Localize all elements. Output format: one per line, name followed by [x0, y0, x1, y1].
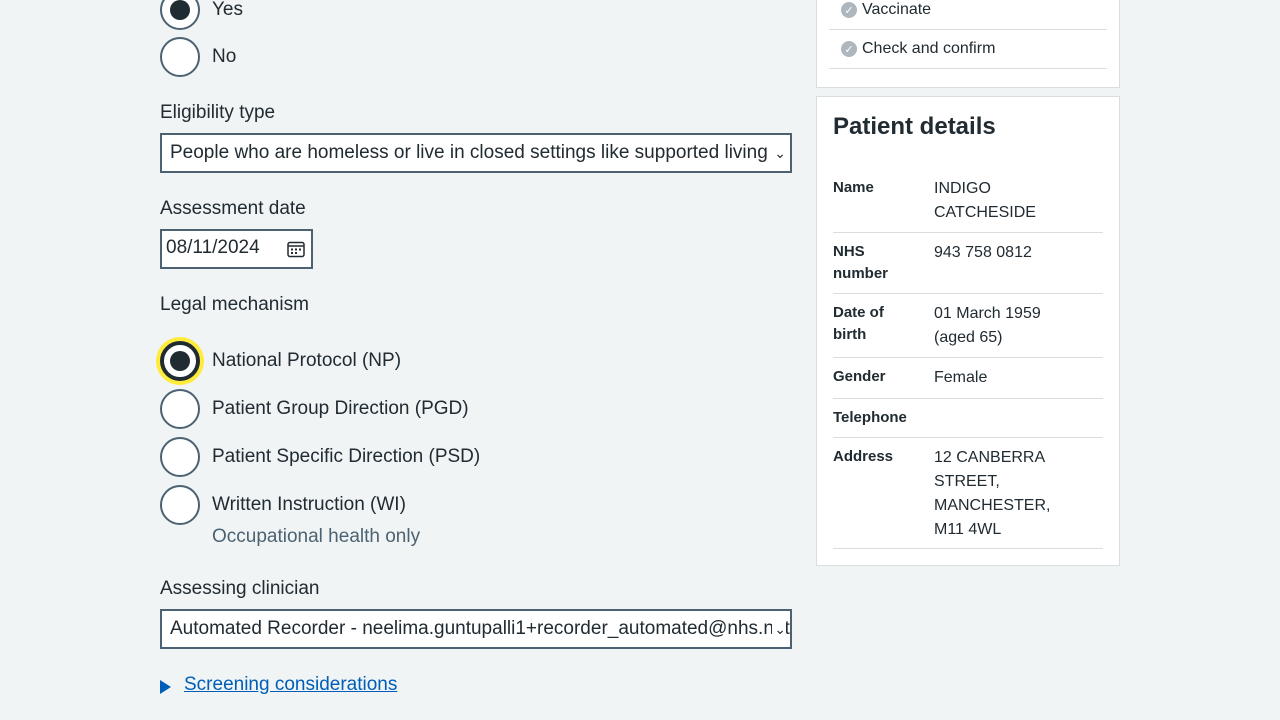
patient-row-key: Name [833, 179, 874, 196]
assessing-clinician-value: Automated Recorder - neelima.guntupalli1… [170, 618, 790, 639]
triangle-right-icon[interactable] [160, 679, 171, 694]
patient-row-value: 01 March 1959 (aged 65) [934, 305, 1041, 346]
patient-row-key: Telephone [833, 409, 907, 426]
legal-mechanism-label: Legal mechanism [160, 294, 309, 315]
assessment-date-input[interactable]: 08/11/2024 [160, 229, 313, 269]
radio-wi-hint: Occupational health only [212, 526, 421, 547]
radio-no-input[interactable] [160, 37, 200, 77]
check-circle-icon: ✓ [841, 2, 857, 18]
screening-considerations-details[interactable]: Screening considerations [160, 674, 397, 696]
radio-psd[interactable]: Patient Specific Direction (PSD) [160, 437, 480, 477]
patient-row-key: Address [833, 448, 894, 465]
check-circle-icon: ✓ [841, 41, 857, 57]
radio-yes-input[interactable] [160, 0, 200, 30]
eligibility-type-label: Eligibility type [160, 102, 276, 123]
patient-row-key: Date of birth [833, 304, 884, 343]
patient-row-address: Address 12 CANBERRA STREET, MANCHESTER, … [833, 446, 1103, 549]
radio-wi-input[interactable] [160, 485, 200, 525]
assessment-date-value: 08/11/2024 [166, 237, 260, 258]
assessment-date-label: Assessment date [160, 198, 306, 219]
patient-row-dob: Date of birth 01 March 1959 (aged 65) [833, 302, 1103, 358]
chevron-down-icon: ⌄ [772, 611, 786, 647]
assessing-clinician-select[interactable]: Automated Recorder - neelima.guntupalli1… [160, 609, 792, 649]
step-check-and-confirm: ✓ Check and confirm [829, 30, 1107, 69]
radio-pgd[interactable]: Patient Group Direction (PGD) [160, 389, 469, 429]
radio-wi[interactable]: Written Instruction (WI) [160, 485, 406, 525]
patient-row-gender: Gender Female [833, 366, 1103, 399]
calendar-icon[interactable] [287, 240, 305, 258]
assessing-clinician-label: Assessing clinician [160, 578, 320, 599]
steps-card: ✓ Vaccinate ✓ Check and confirm [816, 0, 1120, 88]
screening-considerations-link[interactable]: Screening considerations [184, 674, 397, 696]
radio-no-label: No [212, 45, 237, 67]
patient-details-title: Patient details [833, 113, 996, 140]
radio-yes[interactable]: Yes [160, 0, 243, 30]
radio-pgd-label: Patient Group Direction (PGD) [212, 397, 469, 419]
radio-np[interactable]: National Protocol (NP) [160, 341, 401, 381]
patient-row-name: Name INDIGO CATCHESIDE [833, 177, 1103, 233]
patient-row-key: Gender [833, 368, 886, 385]
patient-details-card: Patient details Name INDIGO CATCHESIDE N… [816, 96, 1120, 566]
radio-pgd-input[interactable] [160, 389, 200, 429]
chevron-down-icon: ⌄ [772, 135, 786, 171]
radio-np-input[interactable] [160, 341, 200, 381]
patient-row-nhs-number: NHS number 943 758 0812 [833, 241, 1103, 294]
patient-row-value: 943 758 0812 [934, 244, 1032, 261]
radio-yes-label: Yes [212, 0, 243, 20]
eligibility-type-select[interactable]: People who are homeless or live in close… [160, 133, 792, 173]
patient-row-value: INDIGO CATCHESIDE [934, 180, 1036, 221]
eligibility-type-value: People who are homeless or live in close… [170, 142, 768, 163]
radio-wi-label: Written Instruction (WI) [212, 493, 406, 515]
step-label: Vaccinate [862, 1, 932, 18]
step-label: Check and confirm [862, 40, 996, 57]
patient-row-telephone: Telephone [833, 407, 1103, 438]
radio-no[interactable]: No [160, 37, 236, 77]
radio-psd-label: Patient Specific Direction (PSD) [212, 445, 481, 467]
patient-row-value: 12 CANBERRA STREET, MANCHESTER, M11 4WL [934, 449, 1051, 538]
radio-np-label: National Protocol (NP) [212, 349, 402, 371]
step-vaccinate: ✓ Vaccinate [829, 0, 1107, 30]
radio-psd-input[interactable] [160, 437, 200, 477]
patient-row-key: NHS number [833, 243, 889, 282]
patient-row-value: Female [934, 369, 988, 386]
